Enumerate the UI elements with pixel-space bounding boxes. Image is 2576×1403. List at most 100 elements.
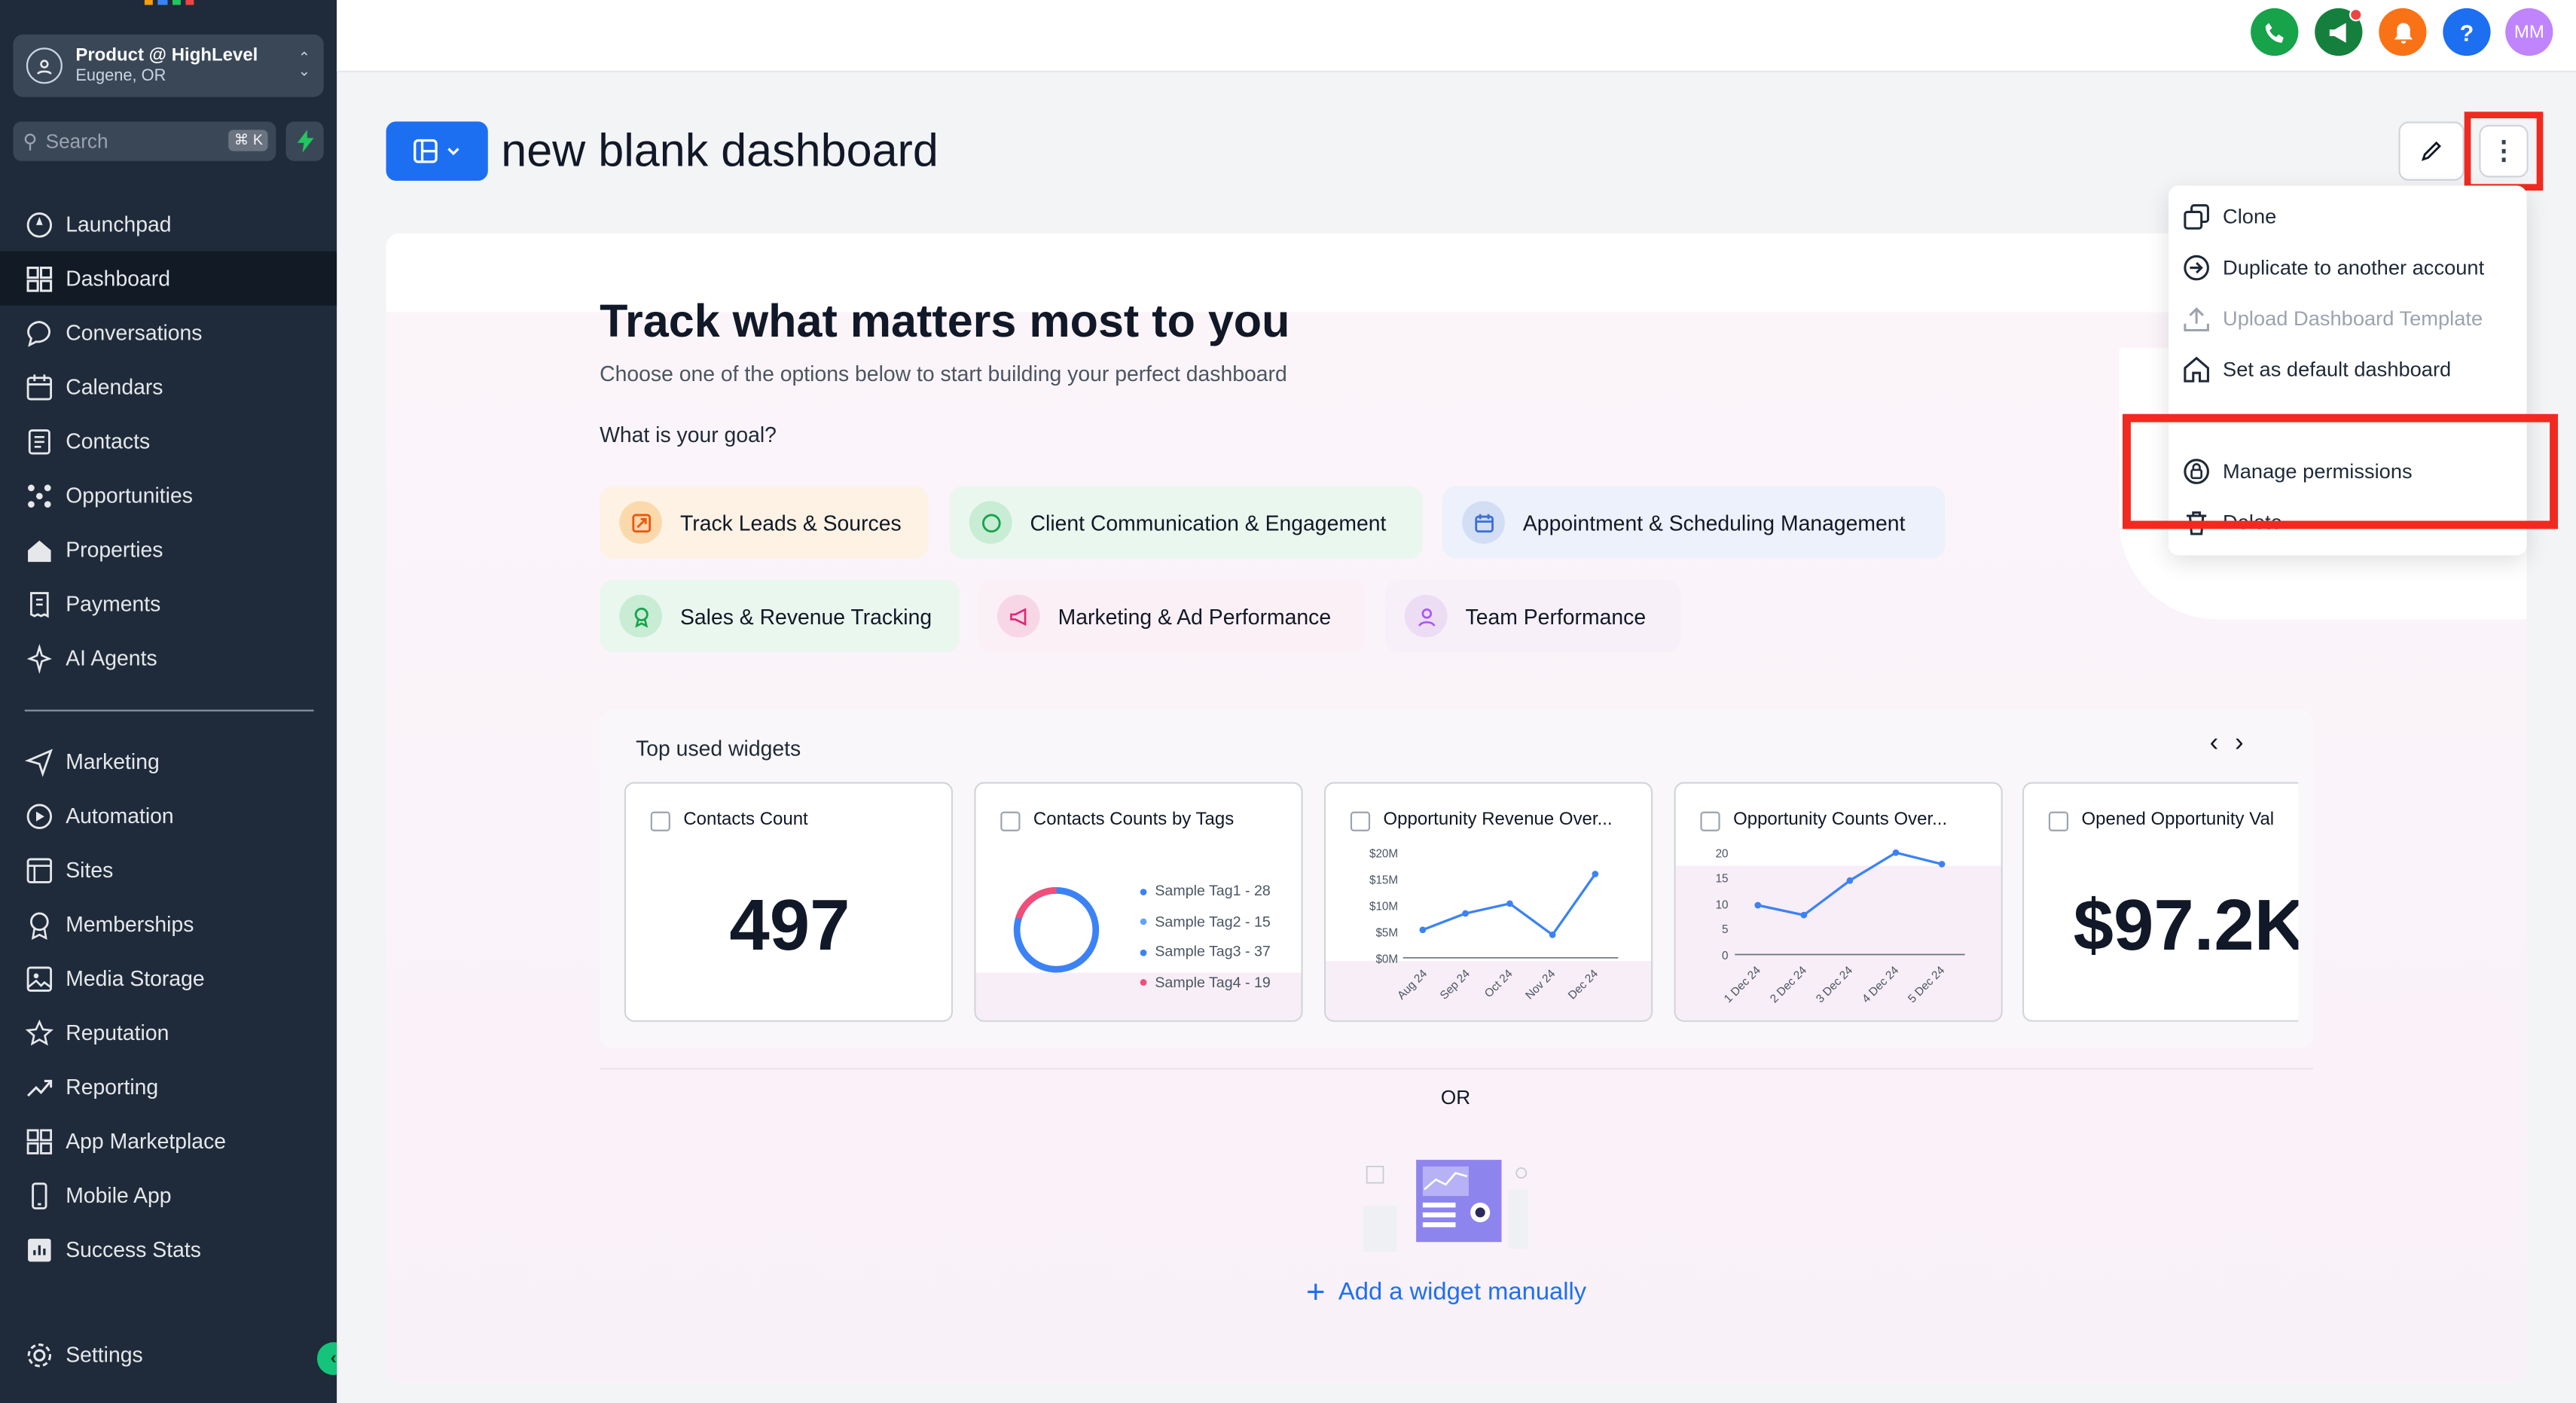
account-switcher[interactable]: Product @ HighLevel Eugene, OR ⌃ ⌄ [13, 34, 324, 97]
sidebar-item-label: Automation [66, 803, 174, 828]
sidebar-item-conversations[interactable]: Conversations [0, 306, 337, 360]
avatar[interactable]: MM [2505, 8, 2553, 56]
menu-item-upload-template[interactable]: Upload Dashboard Template [2169, 292, 2526, 343]
x-tick: Aug 24 [1395, 967, 1430, 1002]
data-point [1754, 901, 1762, 909]
sidebar-item-automation[interactable]: Automation [0, 788, 337, 843]
chevron-right-icon[interactable]: › [2235, 730, 2260, 758]
data-point [1462, 910, 1469, 917]
goal-chip-label: Sales & Revenue Tracking [679, 603, 932, 629]
x-tick: Nov 24 [1523, 967, 1558, 1002]
goal-chip-leads[interactable]: Track Leads & Sources [600, 486, 929, 559]
help-button[interactable]: ? [2443, 8, 2491, 56]
y-tick: $0M [1375, 953, 1398, 965]
megaphone-icon [2328, 22, 2346, 42]
dashboard-switcher-button[interactable] [386, 121, 488, 181]
sidebar-item-ai-agents[interactable]: AI Agents [0, 631, 337, 685]
sidebar-item-app-marketplace[interactable]: App Marketplace [0, 1114, 337, 1168]
divider [600, 1067, 2314, 1070]
sidebar-item-success-stats[interactable]: Success Stats [0, 1222, 337, 1276]
image-icon [26, 965, 53, 991]
leads-icon [619, 501, 662, 544]
receipt-icon [30, 591, 49, 618]
automation-icon [26, 803, 53, 828]
goal-chip-communication[interactable]: Client Communication & Engagement [949, 486, 1423, 559]
chevron-left-icon[interactable]: ‹ [2210, 730, 2235, 758]
stats-icon [28, 1237, 51, 1261]
sidebar-item-marketing[interactable]: Marketing [0, 734, 337, 788]
widget-title: Opportunity Revenue Over... [1383, 810, 1613, 830]
phone-button[interactable] [2251, 8, 2299, 56]
highlight-box [2464, 111, 2544, 191]
widget-card-contacts-count[interactable]: Contacts Count 497 [624, 782, 954, 1022]
sidebar-item-media-storage[interactable]: Media Storage [0, 951, 337, 1005]
sidebar-item-calendars[interactable]: Calendars [0, 360, 337, 414]
sidebar-item-label: Launchpad [66, 212, 172, 237]
sidebar-item-label: Mobile App [66, 1182, 172, 1208]
widget-card-opened-opportunity[interactable]: Opened Opportunity Val $97.2K [2022, 782, 2299, 1022]
x-tick: Dec 24 [1566, 967, 1601, 1002]
topbar: ? MM [337, 0, 2576, 72]
trend-icon [26, 1078, 53, 1096]
goal-chip-sales[interactable]: Sales & Revenue Tracking [600, 580, 960, 653]
edit-dashboard-button[interactable] [2398, 121, 2465, 181]
goal-chip-marketing[interactable]: Marketing & Ad Performance [977, 580, 1366, 653]
sidebar-item-dashboard[interactable]: Dashboard [0, 251, 337, 306]
menu-item-clone[interactable]: Clone [2169, 191, 2526, 242]
data-point [1592, 871, 1599, 877]
notifications-button[interactable] [2379, 8, 2427, 56]
sidebar-item-sites[interactable]: Sites [0, 843, 337, 897]
data-point [1419, 926, 1427, 934]
quick-actions-button[interactable] [285, 121, 324, 161]
chat-icon [969, 501, 1012, 544]
menu-item-duplicate[interactable]: Duplicate to another account [2169, 242, 2526, 293]
sidebar-item-settings[interactable]: Settings [0, 1328, 337, 1382]
announcements-button[interactable] [2315, 8, 2363, 56]
sidebar-item-reporting[interactable]: Reporting [0, 1060, 337, 1114]
sidebar-item-label: Conversations [66, 320, 203, 346]
goal-chip-team[interactable]: Team Performance [1384, 580, 1681, 653]
goal-chip-appointments[interactable]: Appointment & Scheduling Management [1442, 486, 1946, 559]
sites-icon [26, 857, 53, 883]
star-icon [25, 1018, 53, 1045]
widget-checkbox[interactable] [1700, 811, 1720, 831]
award-icon [619, 594, 662, 638]
revenue-line-chart: $20M $15M $10M $5M $0M Aug 24 Sep 24 Oct… [1369, 848, 1619, 1002]
account-location: Eugene, OR [75, 66, 166, 85]
goal-chip-label: Team Performance [1465, 603, 1647, 629]
widget-checkbox[interactable] [1000, 811, 1021, 831]
chat-icon [27, 320, 50, 346]
calendar-icon [26, 374, 53, 400]
sidebar-item-label: Dashboard [66, 266, 170, 291]
menu-item-set-default[interactable]: Set as default dashboard [2169, 343, 2526, 395]
y-tick: $15M [1369, 874, 1398, 887]
sidebar-item-memberships[interactable]: Memberships [0, 897, 337, 951]
widget-checkbox[interactable] [650, 811, 670, 831]
search-input[interactable]: ⚲ Search ⌘ K [13, 121, 276, 161]
x-tick: 1 Dec 24 [1722, 964, 1764, 1006]
y-tick: 0 [1722, 950, 1728, 962]
user-icon [1404, 594, 1448, 638]
highlight-box [2123, 413, 2559, 529]
sidebar-item-contacts[interactable]: Contacts [0, 414, 337, 468]
x-tick: 2 Dec 24 [1768, 964, 1810, 1006]
sidebar-item-reputation[interactable]: Reputation [0, 1005, 337, 1060]
widget-card-opportunity-counts[interactable]: Opportunity Counts Over... 20 15 10 5 0 … [1674, 782, 2003, 1022]
legend-item: Sample Tag2 - 15 [1155, 912, 1271, 929]
widget-card-opportunity-revenue[interactable]: Opportunity Revenue Over... $20M $15M $1… [1323, 782, 1653, 1022]
widget-checkbox[interactable] [1350, 811, 1371, 831]
help-icon: ? [2459, 19, 2474, 45]
menu-item-label: Set as default dashboard [2223, 357, 2452, 381]
rocket-icon [26, 212, 53, 237]
widget-checkbox[interactable] [2048, 811, 2069, 831]
sidebar-item-properties[interactable]: Properties [0, 523, 337, 577]
sidebar-item-payments[interactable]: Payments [0, 577, 337, 631]
widget-card-contacts-by-tags[interactable]: Contacts Counts by Tags Sample Tag1 - 28… [974, 782, 1303, 1022]
add-widget-manually-link[interactable]: + Add a widget manually [1306, 1275, 1586, 1313]
menu-item-label: Duplicate to another account [2223, 255, 2485, 279]
sidebar-item-mobile-app[interactable]: Mobile App [0, 1168, 337, 1222]
sidebar-item-launchpad[interactable]: Launchpad [0, 197, 337, 252]
data-point [1846, 877, 1854, 884]
app-root: Product @ HighLevel Eugene, OR ⌃ ⌄ ⚲ Sear… [0, 0, 2576, 1403]
sidebar-item-opportunities[interactable]: Opportunities [0, 468, 337, 523]
